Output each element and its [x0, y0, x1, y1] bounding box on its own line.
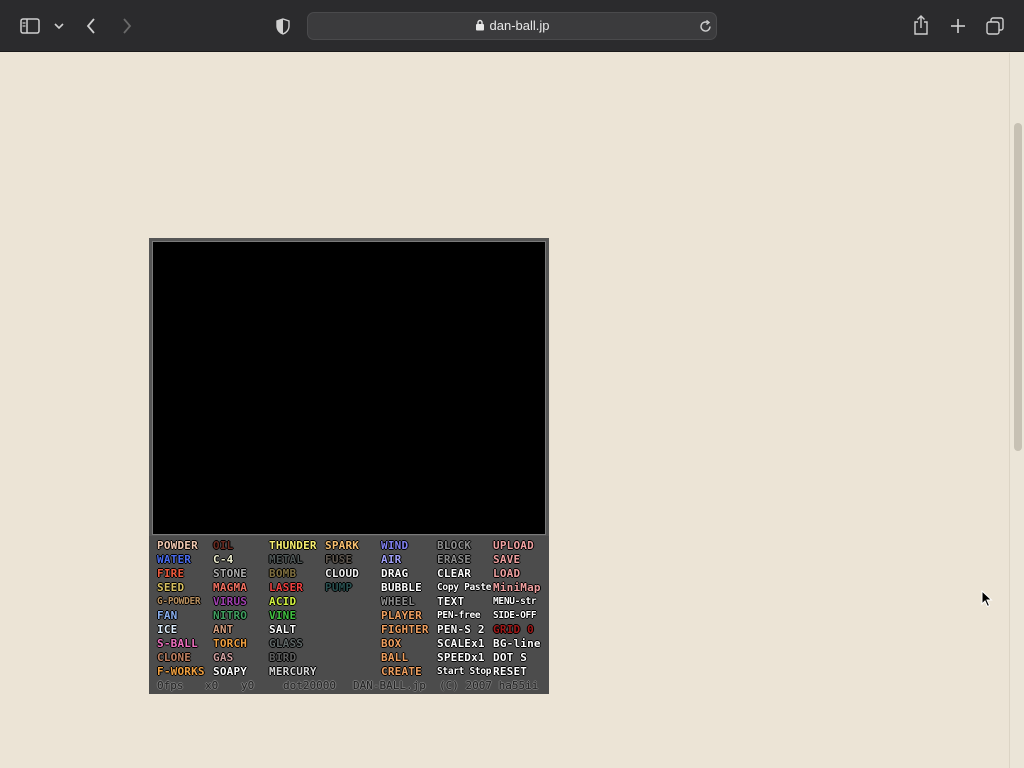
menu-item-wind[interactable]: WIND	[381, 539, 408, 553]
menu-item-pump[interactable]: PUMP	[325, 581, 352, 595]
menu-item-text[interactable]: TEXT	[437, 595, 464, 609]
menu-item-metal[interactable]: METAL	[269, 553, 303, 567]
menu-item-f-works[interactable]: F-WORKS	[157, 665, 205, 679]
menu-item-c-4[interactable]: C-4	[213, 553, 233, 567]
menu-item-cloud[interactable]: CLOUD	[325, 567, 359, 581]
menu-item-bomb[interactable]: BOMB	[269, 567, 296, 581]
menu-item-acid[interactable]: ACID	[269, 595, 296, 609]
chevron-down-icon[interactable]	[52, 19, 66, 33]
menu-item-dot-s[interactable]: DOT S	[493, 651, 527, 665]
menu-item-minimap[interactable]: MiniMap	[493, 581, 541, 595]
menu-item-fire[interactable]: FIRE	[157, 567, 184, 581]
menu-item-g-powder[interactable]: G-POWDER	[157, 595, 201, 609]
menu-item-clone[interactable]: CLONE	[157, 651, 191, 665]
menu-item-ball[interactable]: BALL	[381, 651, 408, 665]
mouse-cursor-icon	[981, 589, 993, 612]
scrollbar-thumb[interactable]	[1014, 123, 1022, 451]
menu-item-mercury[interactable]: MERCURY	[269, 665, 317, 679]
menu-item-create[interactable]: CREATE	[381, 665, 422, 679]
menu-item-side-off[interactable]: SIDE-OFF	[493, 609, 537, 623]
menu-item-reset[interactable]: RESET	[493, 665, 527, 679]
menu-item-box[interactable]: BOX	[381, 637, 401, 651]
menu-item-save[interactable]: SAVE	[493, 553, 520, 567]
menu-item-gas[interactable]: GAS	[213, 651, 233, 665]
menu-item-upload[interactable]: UPLOAD	[493, 539, 534, 553]
sidebar-icon[interactable]	[20, 16, 40, 36]
menu-item-s-ball[interactable]: S-BALL	[157, 637, 198, 651]
menu-item-wheel[interactable]: WHEEL	[381, 595, 415, 609]
element-menu: POWDER WATER FIRE SEED G-POWDER FAN ICE S-BALL C…	[149, 536, 549, 694]
status-x: x0	[205, 679, 219, 692]
menu-item-erase[interactable]: ERASE	[437, 553, 471, 567]
menu-item-powder[interactable]: POWDER	[157, 539, 198, 553]
menu-item-speedx1[interactable]: SPEEDx1	[437, 651, 485, 665]
url-text: dan-ball.jp	[489, 18, 550, 33]
menu-item-fighter[interactable]: FIGHTER	[381, 623, 429, 637]
menu-item-copy-paste[interactable]: Copy Paste	[437, 581, 492, 595]
menu-item-fuse[interactable]: FUSE	[325, 553, 352, 567]
menu-item-vine[interactable]: VINE	[269, 609, 296, 623]
menu-item-nitro[interactable]: NITRO	[213, 609, 247, 623]
menu-item-torch[interactable]: TORCH	[213, 637, 247, 651]
menu-item-thunder[interactable]: THUNDER	[269, 539, 317, 553]
menu-item-ant[interactable]: ANT	[213, 623, 233, 637]
menu-item-pen-free[interactable]: PEN-free	[437, 609, 481, 623]
menu-item-scalex1[interactable]: SCALEx1	[437, 637, 485, 651]
menu-item-grid-0[interactable]: GRID 0	[493, 623, 534, 637]
menu-item-player[interactable]: PLAYER	[381, 609, 422, 623]
menu-item-fan[interactable]: FAN	[157, 609, 177, 623]
address-bar[interactable]: dan-ball.jp	[307, 12, 717, 40]
menu-item-stone[interactable]: STONE	[213, 567, 247, 581]
menu-item-magma[interactable]: MAGMA	[213, 581, 247, 595]
powder-game: POWDER WATER FIRE SEED G-POWDER FAN ICE S-BALL C…	[149, 238, 549, 694]
menu-item-oil[interactable]: OIL	[213, 539, 233, 553]
status-site: DAN-BALL.jp	[353, 679, 426, 692]
browser-toolbar: dan-ball.jp	[0, 0, 1024, 52]
menu-item-glass[interactable]: GLASS	[269, 637, 303, 651]
menu-item-menu-str[interactable]: MENU-str	[493, 595, 537, 609]
menu-item-bg-line[interactable]: BG-line	[493, 637, 541, 651]
tabs-icon[interactable]	[985, 16, 1005, 36]
menu-item-air[interactable]: AIR	[381, 553, 401, 567]
menu-item-salt[interactable]: SALT	[269, 623, 296, 637]
menu-item-spark[interactable]: SPARK	[325, 539, 359, 553]
plus-icon[interactable]	[948, 16, 968, 36]
menu-item-bird[interactable]: BIRD	[269, 651, 296, 665]
status-dots: dot20000	[283, 679, 336, 692]
share-icon[interactable]	[911, 14, 931, 36]
forward-icon[interactable]	[119, 16, 135, 36]
menu-item-virus[interactable]: VIRUS	[213, 595, 247, 609]
lock-icon	[475, 19, 485, 34]
menu-item-laser[interactable]: LASER	[269, 581, 303, 595]
status-fps: 0fps	[157, 679, 184, 692]
menu-item-block[interactable]: BLOCK	[437, 539, 471, 553]
menu-item-seed[interactable]: SEED	[157, 581, 184, 595]
menu-item-ice[interactable]: ICE	[157, 623, 177, 637]
menu-item-clear[interactable]: CLEAR	[437, 567, 471, 581]
menu-item-water[interactable]: WATER	[157, 553, 191, 567]
reload-icon[interactable]	[698, 19, 712, 33]
status-y: y0	[241, 679, 255, 692]
url-display[interactable]: dan-ball.jp	[308, 18, 716, 34]
menu-item-pen-s-2[interactable]: PEN-S 2	[437, 623, 485, 637]
menu-item-soapy[interactable]: SOAPY	[213, 665, 247, 679]
menu-item-load[interactable]: LOAD	[493, 567, 520, 581]
status-copyright: (C) 2007 ha55ii	[439, 679, 539, 692]
vertical-scrollbar[interactable]	[1009, 53, 1024, 768]
menu-item-drag[interactable]: DRAG	[381, 567, 408, 581]
menu-item-bubble[interactable]: BUBBLE	[381, 581, 422, 595]
menu-item-start-stop[interactable]: Start Stop	[437, 665, 492, 679]
shield-icon[interactable]	[274, 16, 292, 36]
back-icon[interactable]	[83, 16, 99, 36]
game-canvas[interactable]	[152, 241, 546, 535]
